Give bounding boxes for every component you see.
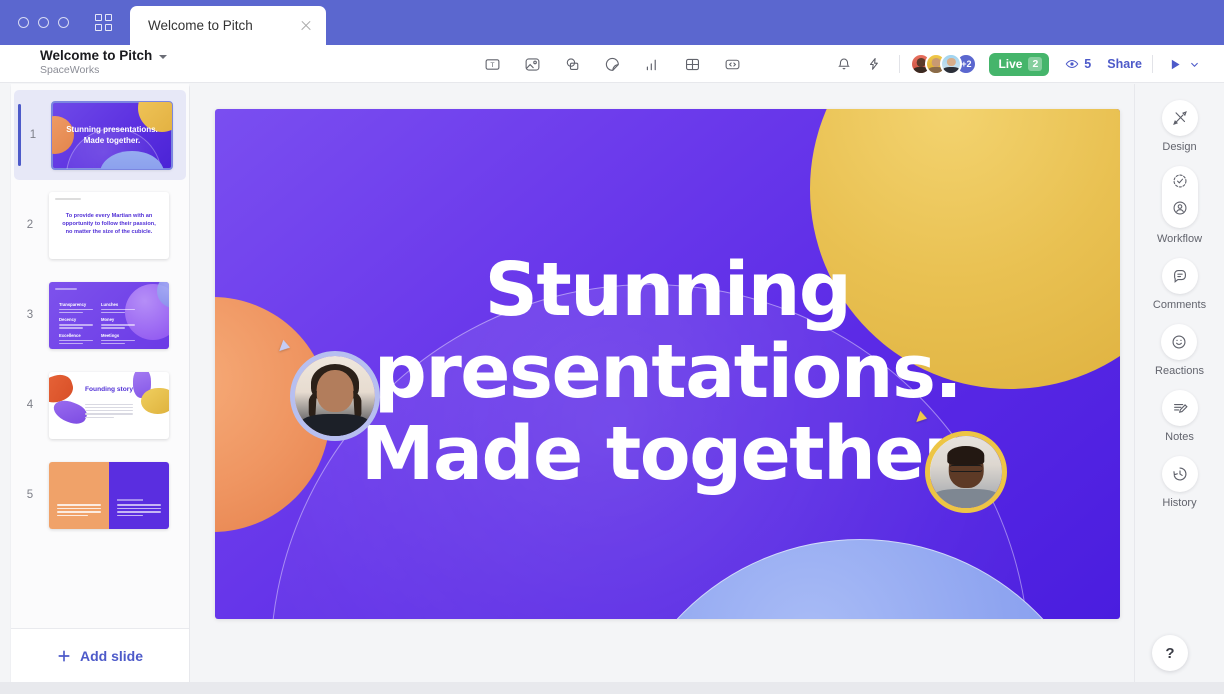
header-actions: +2 Live 2 5 Share (829, 45, 1200, 83)
presence-avatar-2[interactable] (925, 431, 1007, 513)
tab-title: Welcome to Pitch (148, 18, 298, 33)
thumb-title-line1: Stunning presentations. (66, 124, 158, 135)
slide-preview (49, 462, 169, 529)
thumb-item: Transparency (59, 302, 93, 307)
app-grid-icon[interactable] (95, 14, 113, 32)
slide-number: 2 (11, 219, 49, 231)
sticker-icon[interactable] (600, 52, 624, 76)
browser-titlebar: Welcome to Pitch (0, 0, 1224, 45)
document-title-row[interactable]: Welcome to Pitch (40, 48, 167, 63)
window-maximize-button[interactable] (58, 17, 69, 28)
window-close-button[interactable] (18, 17, 29, 28)
rail-item-reactions[interactable]: Reactions (1155, 324, 1204, 377)
thumb-item: Meetings (101, 333, 135, 338)
thumb-body-text: To provide every Martian with an opportu… (61, 212, 157, 236)
pitch-app-window: Welcome to Pitch Welcome to Pitch SpaceW… (0, 0, 1224, 694)
thumb-item: Money (101, 317, 135, 322)
thumb-item: Decency (59, 317, 93, 322)
comment-icon[interactable] (1162, 258, 1198, 294)
browser-tab[interactable]: Welcome to Pitch (130, 6, 326, 45)
assignee-icon[interactable] (1171, 199, 1189, 222)
slide-number: 3 (11, 309, 49, 321)
collaborator-avatars[interactable]: +2 (910, 53, 977, 75)
slides-sidebar: 1 Stunning presentations. Made together.… (10, 84, 190, 682)
slide-number: 5 (11, 489, 49, 501)
divider (899, 55, 900, 73)
rail-label: Workflow (1157, 233, 1202, 245)
rail-item-design[interactable]: Design (1162, 100, 1198, 153)
eye-icon (1065, 57, 1079, 71)
table-icon[interactable] (680, 52, 704, 76)
slide-list[interactable]: 1 Stunning presentations. Made together.… (11, 84, 189, 628)
thumb-title: Founding story (85, 386, 133, 394)
plus-icon (57, 649, 71, 663)
image-icon[interactable] (520, 52, 544, 76)
slide-thumbnail-3[interactable]: 3 Transparency Lunches Decency Money Exc… (11, 270, 189, 360)
slide-thumbnail-4[interactable]: 4 Founding story (11, 360, 189, 450)
svg-text:T: T (490, 62, 494, 69)
status-check-icon[interactable] (1171, 172, 1189, 195)
app-header: Welcome to Pitch SpaceWorks T (0, 45, 1224, 83)
history-clock-icon[interactable] (1162, 456, 1198, 492)
right-rail: Design Workflow (1134, 84, 1224, 682)
rail-label: Reactions (1155, 365, 1204, 377)
slide-thumbnail-2[interactable]: 2 To provide every Martian with an oppor… (11, 180, 189, 270)
add-slide-label: Add slide (80, 648, 143, 664)
chevron-down-icon[interactable] (159, 55, 167, 59)
document-meta: Welcome to Pitch SpaceWorks (40, 48, 167, 76)
bell-icon[interactable] (829, 49, 859, 79)
bar-chart-icon[interactable] (640, 52, 664, 76)
slide-canvas-area: Stunning presentations. Made together. T… (190, 84, 1134, 682)
rail-item-workflow[interactable]: Workflow (1157, 166, 1202, 245)
slide-preview: Founding story (49, 372, 169, 439)
workspace-name: SpaceWorks (40, 64, 167, 76)
design-tools-icon[interactable] (1162, 100, 1198, 136)
live-button[interactable]: Live 2 (989, 53, 1049, 76)
active-slide[interactable]: Stunning presentations. Made together. (215, 109, 1120, 619)
slide-thumbnail-5[interactable]: 5 (11, 450, 189, 540)
slide-preview: To provide every Martian with an opportu… (49, 192, 169, 259)
add-slide-button[interactable]: Add slide (11, 628, 189, 682)
rail-item-history[interactable]: History (1162, 456, 1198, 509)
slide-preview: Transparency Lunches Decency Money Excel… (49, 282, 169, 349)
help-button[interactable]: ? (1152, 635, 1188, 671)
presence-avatar-1[interactable] (290, 351, 380, 441)
viewer-count-value: 5 (1084, 57, 1091, 71)
viewer-count[interactable]: 5 (1065, 57, 1091, 71)
text-box-icon[interactable]: T (480, 52, 504, 76)
thumb-title-line2: Made together. (84, 135, 140, 146)
insert-toolbar: T (480, 45, 744, 83)
notes-pencil-icon[interactable] (1162, 390, 1198, 426)
slide-number: 4 (11, 399, 49, 411)
rail-label: History (1162, 497, 1196, 509)
rail-label: Notes (1165, 431, 1194, 443)
thumb-item: Lunches (101, 302, 135, 307)
present-button[interactable] (1169, 58, 1200, 71)
lightning-bolt-icon[interactable] (859, 49, 889, 79)
code-embed-icon[interactable] (720, 52, 744, 76)
window-bottom-strip (0, 682, 1224, 694)
slide-number: 1 (14, 129, 52, 141)
thumb-item: Excellence (59, 333, 93, 338)
smiley-icon[interactable] (1161, 324, 1197, 360)
shapes-icon[interactable] (560, 52, 584, 76)
live-label: Live (998, 57, 1022, 71)
window-minimize-button[interactable] (38, 17, 49, 28)
rail-label: Design (1162, 141, 1196, 153)
share-button[interactable]: Share (1107, 57, 1142, 71)
rail-item-notes[interactable]: Notes (1162, 390, 1198, 443)
chevron-down-icon (1189, 59, 1200, 70)
workflow-pill[interactable] (1162, 166, 1198, 228)
slide-thumbnail-1[interactable]: 1 Stunning presentations. Made together. (14, 90, 186, 180)
divider (1152, 55, 1153, 73)
page-title: Welcome to Pitch (40, 48, 152, 63)
rail-item-comments[interactable]: Comments (1153, 258, 1206, 311)
live-count: 2 (1028, 57, 1042, 71)
close-icon[interactable] (298, 18, 314, 34)
slide-title-line1: Stunning presentations. (374, 247, 961, 415)
rail-label: Comments (1153, 299, 1206, 311)
play-icon (1169, 58, 1182, 71)
slide-preview: Stunning presentations. Made together. (52, 102, 172, 169)
